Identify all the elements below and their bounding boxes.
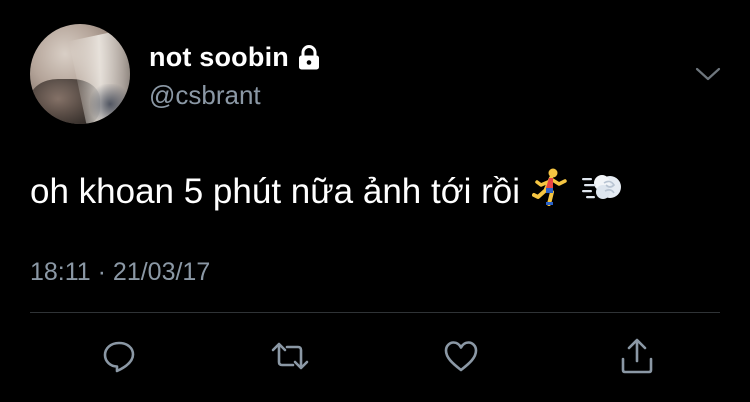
display-name-text: not soobin bbox=[149, 42, 289, 72]
share-button[interactable] bbox=[617, 336, 657, 376]
share-icon bbox=[621, 338, 653, 374]
chevron-down-icon[interactable] bbox=[693, 64, 723, 86]
divider bbox=[30, 312, 720, 313]
runner-emoji bbox=[532, 167, 568, 216]
display-name[interactable]: not soobin bbox=[149, 42, 321, 73]
like-button[interactable] bbox=[441, 336, 481, 376]
dash-emoji bbox=[580, 169, 624, 214]
reply-button[interactable] bbox=[99, 336, 139, 376]
avatar[interactable] bbox=[30, 24, 130, 124]
heart-icon bbox=[444, 341, 478, 372]
tweet-text: oh khoan 5 phút nữa ảnh tới rồi bbox=[30, 167, 624, 216]
timestamp[interactable]: 18:11 · 21/03/17 bbox=[30, 258, 210, 287]
tweet-card: not soobin @csbrant oh khoan 5 phút nữa … bbox=[0, 0, 750, 402]
lock-icon bbox=[297, 44, 321, 71]
tweet-body: oh khoan 5 phút nữa ảnh tới rồi bbox=[30, 171, 521, 211]
retweet-button[interactable] bbox=[270, 336, 310, 376]
reply-icon bbox=[103, 341, 135, 373]
user-handle[interactable]: @csbrant bbox=[149, 80, 261, 111]
retweet-icon bbox=[271, 342, 309, 370]
